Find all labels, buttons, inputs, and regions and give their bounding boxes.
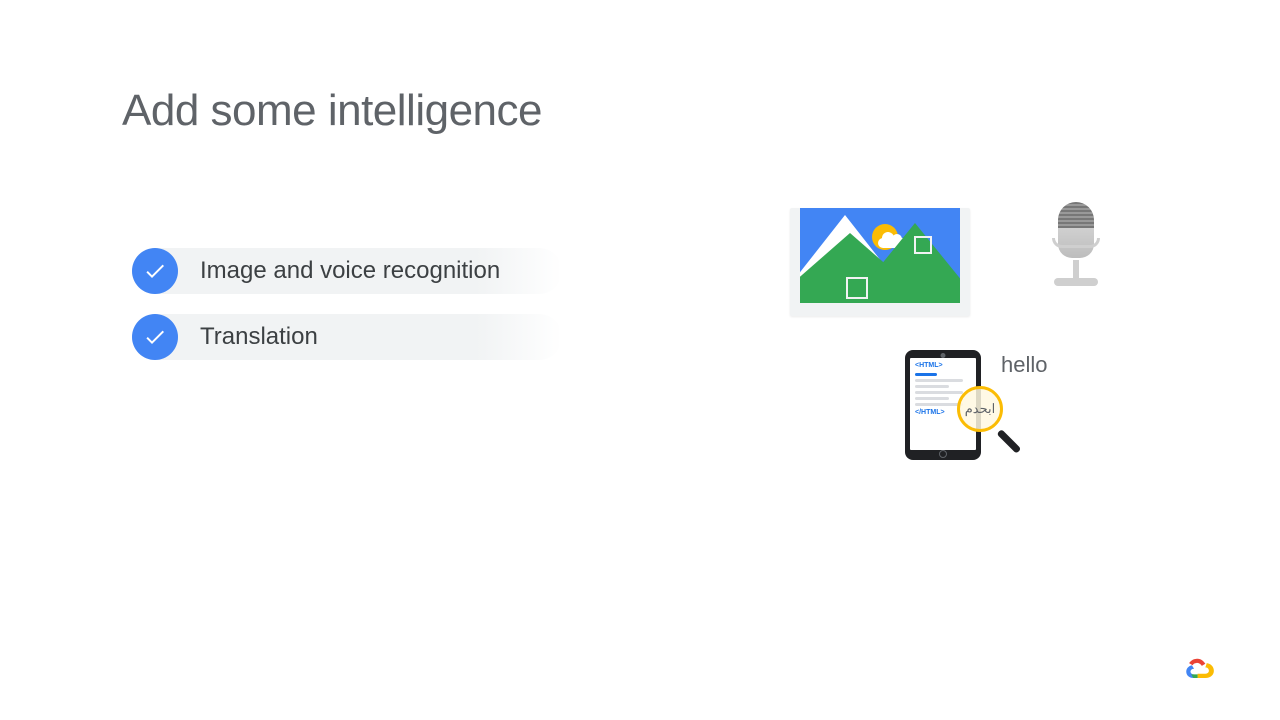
microphone-icon (1046, 202, 1106, 312)
magnifier-icon: ابحدم (957, 386, 1003, 432)
feature-item-label: Image and voice recognition (200, 257, 500, 285)
translation-illustration: hello <HTML> </HTML> ابحدم (905, 350, 1065, 460)
check-icon (132, 314, 178, 360)
html-open-tag: <HTML> (915, 362, 971, 370)
magnifier-handle-icon (997, 429, 1022, 454)
check-icon (132, 248, 178, 294)
page-title: Add some intelligence (122, 86, 542, 136)
detection-box-icon (846, 277, 868, 299)
feature-item-translation: Translation (132, 314, 562, 360)
feature-list: Image and voice recognition Translation (132, 248, 562, 380)
google-cloud-logo-icon (1182, 656, 1216, 686)
image-recognition-illustration (790, 208, 970, 316)
feature-item-label: Translation (200, 323, 318, 351)
translation-hello-label: hello (1001, 352, 1047, 378)
translation-arabic-label: ابحدم (965, 401, 996, 417)
landscape-icon (800, 208, 960, 303)
feature-item-image-voice: Image and voice recognition (132, 248, 562, 294)
detection-box-icon (914, 236, 932, 254)
